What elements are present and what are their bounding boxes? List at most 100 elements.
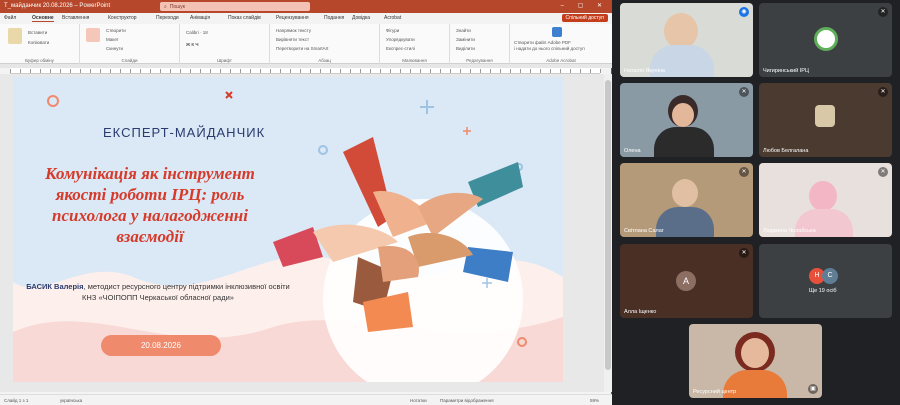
zoom-level[interactable]: 59% <box>590 398 599 403</box>
participant-name: Людмила Чолабська <box>763 228 816 234</box>
participant-body <box>656 207 714 237</box>
ribbon-line[interactable]: Створити файл Adobe PDF <box>514 40 571 45</box>
menu-design[interactable]: Конструктор <box>108 15 137 21</box>
menu-file[interactable]: Файл <box>4 15 16 21</box>
participant-tile-5[interactable]: ✕ Світлана Салаг <box>620 163 753 237</box>
slide-author: БАСИК Валерія, методист ресурсного центр… <box>23 281 293 303</box>
ribbon-line[interactable]: Скинути <box>106 46 123 51</box>
ruler-tick <box>470 69 471 73</box>
menu-review[interactable]: Рецензування <box>276 15 309 21</box>
author-description: , методист ресурсного центру підтримки і… <box>82 282 290 302</box>
group-label: Слайди <box>121 58 138 63</box>
search-box[interactable]: ⌕ Пошук <box>160 2 310 11</box>
pdf-icon[interactable] <box>552 27 562 37</box>
ribbon-line[interactable]: Фігури <box>386 28 399 33</box>
ribbon-line[interactable]: Копіювати <box>28 40 49 45</box>
participant-photo <box>815 105 835 127</box>
participant-tile-2[interactable]: ✕ Чигиринський ІРЦ <box>759 3 892 77</box>
window-title: Т_майданчик 20.08.2026 – PowerPoint <box>4 3 111 9</box>
ruler-tick <box>290 69 291 73</box>
slide-title: Комунікація як інструмент якості роботи … <box>45 164 255 246</box>
ruler-tick <box>110 69 111 73</box>
ribbon-line[interactable]: Упорядкувати <box>386 37 415 42</box>
notes-button[interactable]: Нотатки <box>410 398 427 403</box>
ribbon-line[interactable]: Замінити <box>456 37 475 42</box>
ruler-tick <box>240 69 241 73</box>
paste-icon[interactable] <box>8 28 22 44</box>
ribbon-line[interactable]: Вставити <box>28 30 47 35</box>
menu-home[interactable]: Основне <box>32 15 54 22</box>
mic-muted-icon: ✕ <box>878 167 888 177</box>
ribbon: Вставити Копіювати Буфер обміну Створити… <box>0 24 612 64</box>
ruler-tick <box>50 69 51 73</box>
ruler-tick <box>430 69 431 73</box>
participant-tile-7[interactable]: А ✕ Алла Іщенко <box>620 244 753 318</box>
participant-name: Ресурсний центр <box>693 389 737 395</box>
menu-transitions[interactable]: Переходи <box>156 15 179 21</box>
ruler-tick <box>70 69 71 73</box>
ruler-tick <box>370 69 371 73</box>
ribbon-line[interactable]: Знайти <box>456 28 471 33</box>
slide-1[interactable]: ЕКСПЕРТ-МАЙДАНЧИК Комунікація як інструм… <box>13 77 563 382</box>
ruler-tick <box>140 69 141 73</box>
ribbon-line[interactable]: Перетворити на SmartArt <box>276 46 328 51</box>
menu-insert[interactable]: Вставлення <box>62 15 89 21</box>
camera-icon[interactable]: ▣ <box>808 384 818 394</box>
window-controls[interactable]: – ▢ ✕ <box>561 2 608 9</box>
ruler-tick <box>480 69 481 73</box>
language-indicator[interactable]: українська <box>60 398 82 403</box>
search-placeholder: Пошук <box>169 4 185 10</box>
participant-face <box>672 103 694 127</box>
participant-tile-self[interactable]: ▣ Ресурсний центр <box>689 324 822 398</box>
vertical-scrollbar[interactable] <box>604 74 612 392</box>
ribbon-line[interactable]: Виділити <box>456 46 475 51</box>
ribbon-line[interactable]: Вирівняти текст <box>276 37 309 42</box>
participant-name: Олена <box>624 148 641 154</box>
participant-tile-more[interactable]: Н С Ще 19 осіб <box>759 244 892 318</box>
font-selector[interactable]: Calibri · 18 <box>186 30 208 35</box>
mic-muted-icon: ✕ <box>739 87 749 97</box>
speaking-indicator-icon: ◉ <box>739 7 749 17</box>
ribbon-line[interactable]: Макет <box>106 37 119 42</box>
new-slide-icon[interactable] <box>86 28 100 42</box>
ruler-tick <box>330 69 331 73</box>
ruler-tick <box>250 69 251 73</box>
ribbon-line[interactable]: і надати до нього спільний доступ <box>514 46 585 51</box>
ruler-tick <box>100 69 101 73</box>
share-button[interactable]: Спільний доступ <box>561 14 608 22</box>
ribbon-line[interactable]: Створити <box>106 28 126 33</box>
participant-tile-6[interactable]: ✕ Людмила Чолабська <box>759 163 892 237</box>
ribbon-line[interactable]: Напрямок тексту <box>276 28 311 33</box>
display-settings-button[interactable]: Параметри відображення <box>440 398 494 403</box>
ruler-tick <box>380 69 381 73</box>
ruler-tick <box>320 69 321 73</box>
participant-tile-3[interactable]: ✕ Олена <box>620 83 753 157</box>
scrollbar-thumb[interactable] <box>605 80 611 370</box>
author-name: БАСИК Валерія <box>26 282 84 291</box>
ruler-tick <box>570 69 571 73</box>
ruler-tick <box>310 69 311 73</box>
ruler-tick <box>540 69 541 73</box>
font-style-buttons[interactable]: Ж К Ч <box>186 42 198 47</box>
participant-tile-4[interactable]: ✕ Любов Белгалана <box>759 83 892 157</box>
ribbon-group-font: Calibri · 18 Ж К Ч Шрифт <box>180 24 270 64</box>
title-bar: Т_майданчик 20.08.2026 – PowerPoint ⌕ Пош… <box>0 0 612 13</box>
participant-tile-1[interactable]: ◉ Наталія Якуніна <box>620 3 753 77</box>
menu-help[interactable]: Довідка <box>352 15 370 21</box>
ruler-tick <box>300 69 301 73</box>
search-icon: ⌕ <box>164 4 167 10</box>
ruler-tick <box>80 69 81 73</box>
menu-animations[interactable]: Анімація <box>190 15 210 21</box>
ruler-tick <box>220 69 221 73</box>
ribbon-line[interactable]: Експрес-стилі <box>386 46 415 51</box>
participant-name: Чигиринський ІРЦ <box>763 68 809 74</box>
participant-name: Світлана Салаг <box>624 228 664 234</box>
ruler-tick <box>30 69 31 73</box>
menu-slideshow[interactable]: Показ слайдів <box>228 15 261 21</box>
group-label: Малювання <box>402 58 427 63</box>
menu-view[interactable]: Подання <box>324 15 344 21</box>
participant-face <box>809 181 837 211</box>
participant-face <box>672 179 698 207</box>
menu-acrobat[interactable]: Acrobat <box>384 15 401 21</box>
participant-body <box>654 127 714 157</box>
